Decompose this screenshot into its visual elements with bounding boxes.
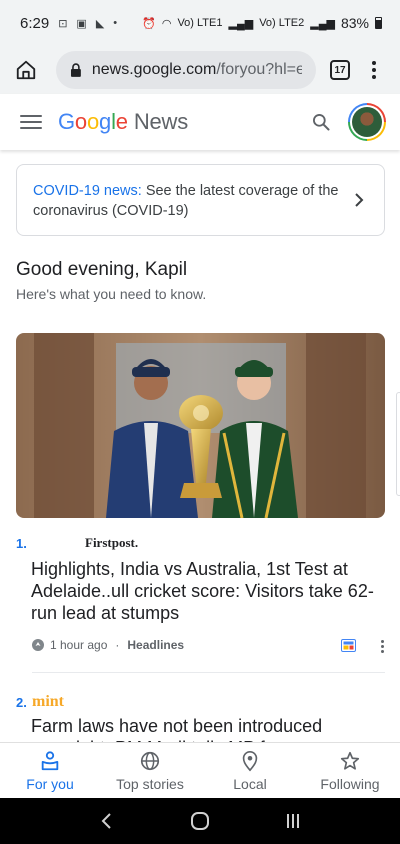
google-news-logo[interactable]: Google News [58, 109, 188, 135]
profile-photo [352, 107, 382, 137]
for-you-icon [41, 750, 59, 770]
status-bar: 6:29 ⊡ ▣ ◣ • ⏰ ◠ Vo) LTE1 ▂▄▆ Vo) LTE2 ▂… [0, 0, 400, 46]
scrollbar[interactable] [396, 392, 400, 496]
tab-switcher-button[interactable]: 17 [330, 60, 350, 80]
browser-toolbar: news.google.com/foryou?hl=e 17 [0, 46, 400, 94]
dot-icon: • [113, 17, 118, 29]
url-host: news.google.com [91, 61, 217, 78]
alarm-icon: ⏰ [142, 17, 156, 30]
divider [32, 672, 385, 673]
url-path: /foryou?hl=e [216, 61, 302, 78]
tab-for-you[interactable]: For you [0, 743, 100, 798]
gallery-icon: ▣ [76, 17, 87, 30]
article-source[interactable]: mint [32, 693, 64, 711]
article-headline[interactable]: Highlights, India vs Australia, 1st Test… [31, 558, 383, 624]
logo-news-text: News [133, 109, 189, 134]
battery-icon [375, 17, 382, 29]
search-button[interactable] [306, 107, 336, 137]
full-coverage-icon[interactable] [341, 639, 356, 652]
tab-label: Following [320, 775, 380, 792]
home-button[interactable] [10, 54, 42, 86]
article-meta: 1 hour ago · Headlines [32, 638, 184, 652]
wifi-icon: ◠ [161, 17, 172, 30]
network-lte1: Vo) LTE1 [177, 17, 223, 29]
meta-separator: · [115, 638, 120, 652]
article-hero-image[interactable] [16, 333, 385, 518]
more-options-button[interactable] [381, 640, 385, 653]
globe-icon [140, 751, 160, 770]
signal-icon-2: ▂▄▆ [310, 17, 335, 30]
battery-percent: 83% [340, 15, 369, 31]
search-icon [313, 114, 330, 131]
article-headline[interactable]: Farm laws have not been introduced overn… [31, 715, 383, 742]
article-rank: 1. [16, 536, 27, 551]
star-icon [340, 751, 360, 770]
avatar[interactable] [348, 103, 386, 141]
article-source[interactable]: Firstpost. [85, 535, 138, 551]
recents-icon[interactable] [283, 811, 303, 831]
screenshot-icon: ⊡ [58, 17, 68, 30]
covid-banner-highlight: COVID-19 news: [33, 183, 142, 199]
rss-icon: ◣ [95, 17, 105, 30]
address-bar[interactable]: news.google.com/foryou?hl=e [56, 51, 316, 89]
tab-label: Top stories [116, 775, 184, 792]
tab-following[interactable]: Following [300, 743, 400, 798]
bottom-navigation: For you Top stories Local Following [0, 742, 400, 798]
system-navigation-bar [0, 798, 400, 844]
menu-icon[interactable] [20, 115, 42, 129]
chevron-right-icon [355, 193, 364, 207]
feed[interactable]: COVID-19 news: See the latest coverage o… [0, 150, 400, 742]
tab-label: For you [26, 775, 74, 792]
browser-menu-button[interactable] [364, 61, 384, 79]
network-lte2: Vo) LTE2 [259, 17, 305, 29]
greeting-subtitle: Here's what you need to know. [16, 286, 207, 302]
signal-icon: ▂▄▆ [228, 17, 254, 30]
article-rank: 2. [16, 695, 27, 710]
home-nav-icon[interactable] [190, 811, 210, 831]
tab-local[interactable]: Local [200, 743, 300, 798]
article-section[interactable]: Headlines [127, 638, 184, 652]
headlines-icon [32, 639, 44, 651]
tab-top-stories[interactable]: Top stories [100, 743, 200, 798]
tab-label: Local [233, 775, 267, 792]
url-text: news.google.com/foryou?hl=e [92, 61, 302, 79]
covid-banner[interactable]: COVID-19 news: See the latest coverage o… [16, 164, 385, 236]
greeting-title: Good evening, Kapil [16, 259, 188, 280]
status-time: 6:29 [20, 14, 50, 32]
location-pin-icon [242, 750, 258, 771]
lock-icon [70, 63, 81, 77]
home-icon [16, 60, 36, 80]
back-icon[interactable] [97, 811, 117, 831]
article-time: 1 hour ago [50, 638, 108, 652]
app-header: Google News [0, 94, 400, 150]
